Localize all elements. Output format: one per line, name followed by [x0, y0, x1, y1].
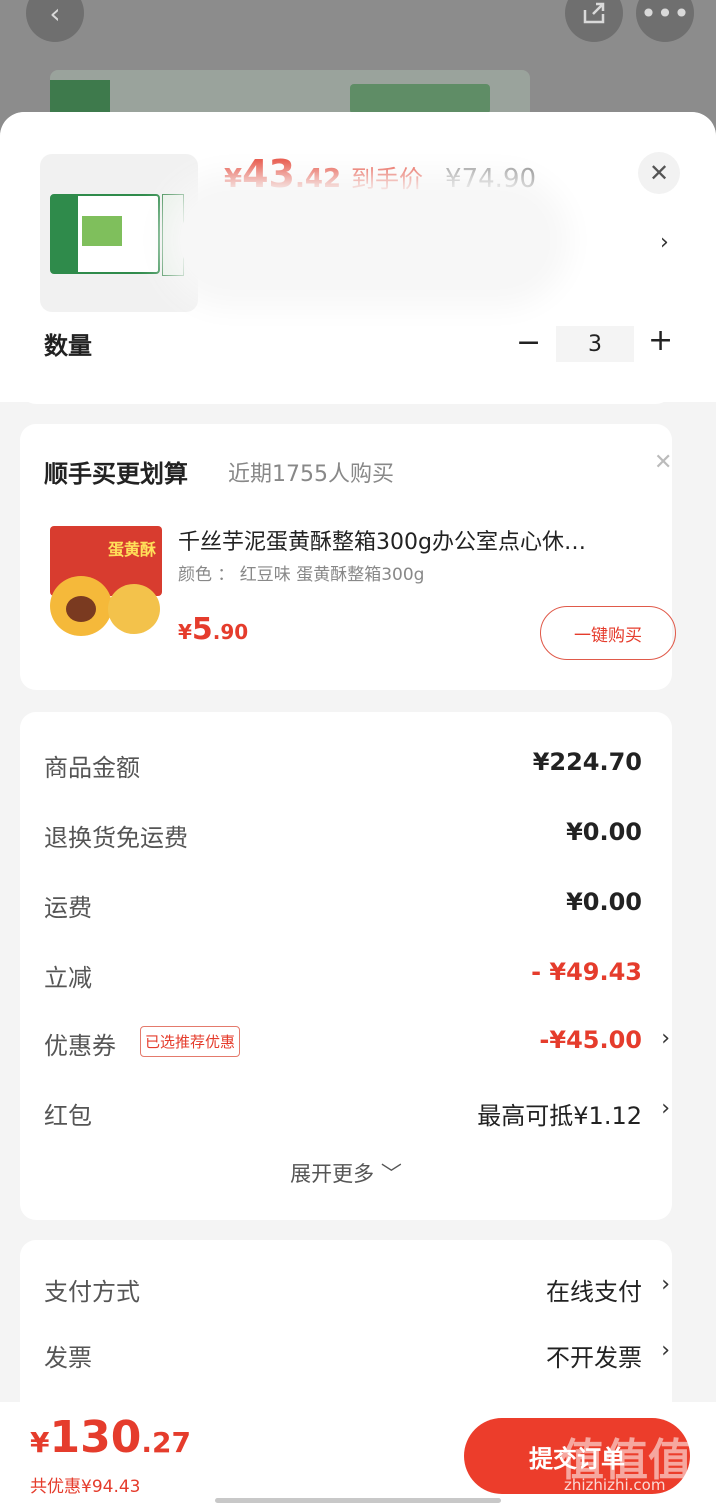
quantity-card: 数量 − 3 +: [20, 326, 673, 404]
share-icon: [583, 2, 605, 24]
summary-value: - ¥49.43: [531, 958, 642, 986]
quantity-label: 数量: [44, 332, 92, 360]
summary-row-instant-discount: 立减 - ¥49.43: [44, 958, 664, 994]
summary-label: 立减: [44, 964, 92, 992]
upsell-box-text: 蛋黄酥: [107, 540, 156, 559]
total-currency: ¥: [30, 1426, 50, 1459]
upsell-price-integer: 5: [191, 612, 213, 647]
summary-label: 红包: [44, 1102, 92, 1130]
summary-value: 最高可抵¥1.12: [477, 1102, 642, 1130]
price-integer: 43: [242, 152, 295, 196]
payment-value: 在线支付: [546, 1278, 642, 1306]
summary-label: 运费: [44, 894, 92, 922]
share-button[interactable]: [565, 0, 623, 42]
chevron-right-icon: ›: [661, 1096, 670, 1121]
checkout-bar: ¥130.27 共优惠¥94.43 提交订单 值值值 zhizhizhi.com: [0, 1402, 716, 1504]
spec-chevron-right-icon[interactable]: ›: [660, 230, 669, 255]
quantity-increase-button[interactable]: +: [648, 326, 673, 356]
summary-label: 优惠券: [44, 1032, 116, 1060]
blurred-spec-area: [180, 192, 550, 288]
upsell-card: 顺手买更划算 近期1755人购买 ✕ 蛋黄酥 千丝芋泥蛋黄酥整箱300g办公室点…: [20, 424, 676, 690]
summary-row-coupon[interactable]: 优惠券 已选推荐优惠 -¥45.00 ›: [44, 1026, 670, 1062]
upsell-title: 顺手买更划算: [44, 460, 188, 488]
price-decimal: .42: [294, 164, 342, 194]
invoice-row[interactable]: 发票 不开发票 ›: [44, 1338, 670, 1374]
upsell-product-image[interactable]: 蛋黄酥: [46, 522, 166, 642]
payment-method-row[interactable]: 支付方式 在线支付 ›: [44, 1272, 670, 1308]
chevron-right-icon: ›: [661, 1272, 670, 1297]
chevron-left-icon: ‹: [49, 0, 61, 30]
chevron-right-icon: ›: [661, 1338, 670, 1363]
upsell-product-name[interactable]: 千丝芋泥蛋黄酥整箱300g办公室点心休…: [178, 524, 658, 556]
close-icon: ✕: [648, 159, 670, 187]
payment-label: 支付方式: [44, 1278, 140, 1306]
expand-more-button[interactable]: 展开更多 ﹀: [20, 1158, 672, 1188]
summary-row-shipping: 运费 ¥0.00: [44, 888, 664, 924]
home-indicator: [215, 1498, 501, 1503]
summary-row-return-shipping: 退换货免运费 ¥0.00: [44, 818, 664, 854]
invoice-value: 不开发票: [546, 1344, 642, 1372]
upsell-subtitle: 近期1755人购买: [228, 462, 394, 487]
one-click-buy-button[interactable]: 一键购买: [540, 606, 676, 660]
coupon-recommended-badge: 已选推荐优惠: [140, 1026, 241, 1057]
price-summary-card: 商品金额 ¥224.70 退换货免运费 ¥0.00 运费 ¥0.00 立减 - …: [20, 712, 672, 1220]
upsell-close-icon[interactable]: ✕: [654, 450, 672, 475]
total-savings: 共优惠¥94.43: [30, 1477, 141, 1497]
watermark-url: zhizhizhi.com: [564, 1476, 666, 1494]
upsell-price: ¥5.90: [178, 612, 248, 647]
total-price: ¥130.27: [30, 1412, 191, 1463]
summary-row-goods-amount: 商品金额 ¥224.70: [44, 748, 664, 784]
back-button[interactable]: ‹: [26, 0, 84, 42]
summary-value: ¥0.00: [566, 888, 642, 916]
summary-value: ¥0.00: [566, 818, 642, 846]
summary-label: 商品金额: [44, 754, 140, 782]
price-currency: ¥: [224, 164, 243, 194]
original-price: ¥74.90: [445, 164, 537, 194]
quantity-input[interactable]: 3: [556, 326, 634, 362]
summary-value: -¥45.00: [539, 1026, 642, 1054]
price-line: ¥ 43 .42 到手价 ¥74.90: [224, 152, 536, 196]
summary-value: ¥224.70: [532, 748, 642, 776]
upsell-price-decimal: .90: [212, 620, 249, 644]
quantity-decrease-button[interactable]: −: [516, 328, 541, 358]
close-button[interactable]: ✕: [638, 152, 680, 194]
total-decimal: .27: [141, 1426, 191, 1459]
upsell-price-currency: ¥: [178, 620, 192, 644]
order-sheet: ¥ 43 .42 到手价 ¥74.90 ✕ › 数量 − 3 + 顺手买更划算 …: [0, 112, 716, 1504]
summary-row-red-packet[interactable]: 红包 最高可抵¥1.12 ›: [44, 1096, 670, 1132]
summary-label: 退换货免运费: [44, 824, 188, 852]
total-integer: 130: [49, 1412, 142, 1463]
product-thumbnail[interactable]: [40, 154, 198, 312]
ellipsis-icon: •••: [640, 0, 690, 30]
final-price-tag: 到手价: [351, 165, 424, 193]
invoice-label: 发票: [44, 1344, 92, 1372]
upsell-product-variant: 颜色 ： 红豆味 蛋黄酥整箱300g: [178, 565, 425, 585]
more-button[interactable]: •••: [636, 0, 694, 42]
chevron-right-icon: ›: [661, 1026, 670, 1051]
